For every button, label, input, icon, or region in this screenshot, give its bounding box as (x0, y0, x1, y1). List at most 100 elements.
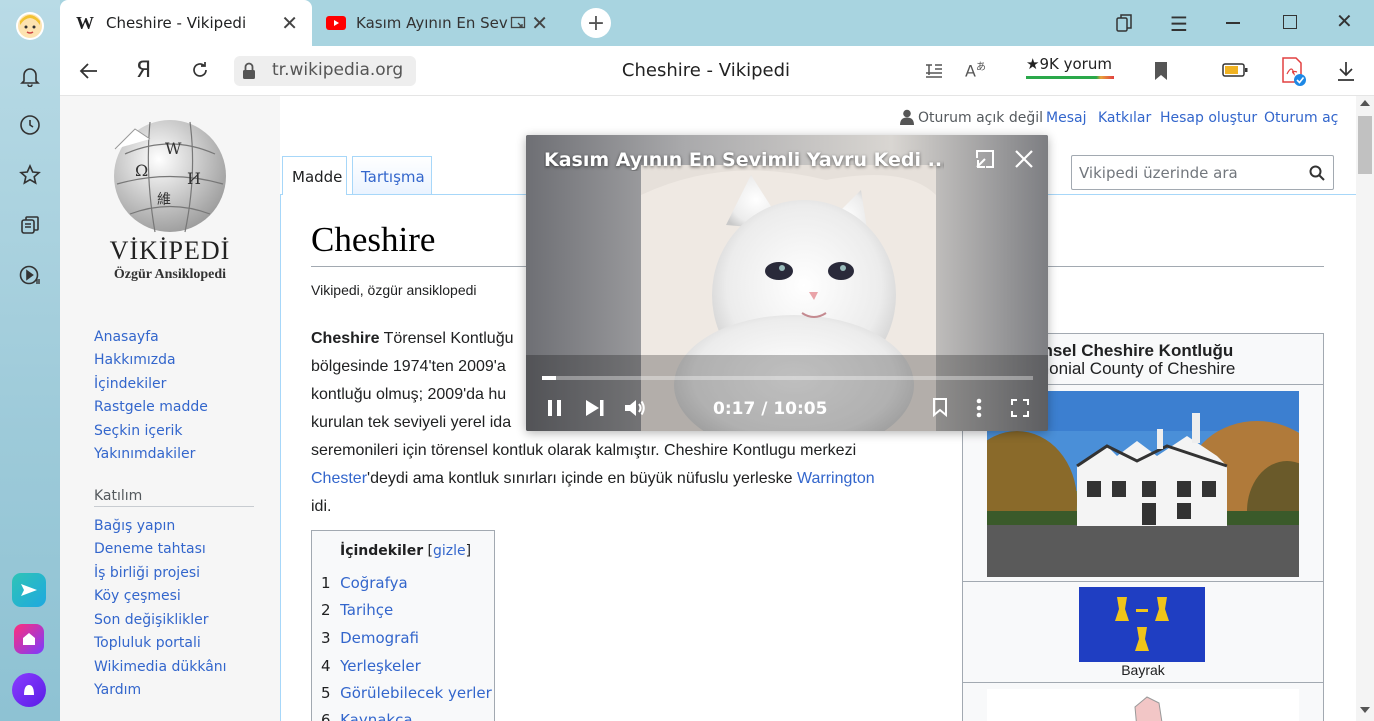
fullscreen-icon[interactable] (1010, 398, 1030, 418)
video-time: 0:17 / 10:05 (713, 399, 828, 419)
scroll-down-arrow[interactable] (1360, 707, 1370, 713)
bookmark-icon[interactable] (1153, 61, 1169, 85)
bookmarks-star-icon[interactable] (18, 163, 42, 187)
search-input[interactable]: Vikipedi üzerinde ara (1071, 155, 1334, 190)
page-scrollbar[interactable] (1356, 96, 1374, 721)
nav-village-pump[interactable]: Köy çeşmesi (94, 588, 181, 604)
nav-recent-changes[interactable]: Son değişiklikler (94, 612, 209, 628)
more-options-icon[interactable] (975, 397, 983, 419)
nav-about[interactable]: Hakkımızda (94, 352, 176, 368)
table-of-contents: İçindekiler [gizle] 1 Coğrafya 2 Tarihçe… (311, 530, 495, 721)
toc-item[interactable]: 5 Görülebilecek yerler (321, 684, 492, 702)
close-tab-icon[interactable]: ✕ (281, 11, 298, 35)
alice-assistant-icon[interactable] (12, 673, 46, 707)
side-rail (0, 0, 60, 721)
download-icon[interactable] (1336, 60, 1356, 86)
video-progress-track[interactable] (542, 376, 1033, 380)
pip-video-player[interactable]: Kasım Ayının En Sevimli Yavru Kedi ... 0… (526, 135, 1048, 431)
reload-icon[interactable] (190, 60, 210, 84)
infobox-map[interactable] (987, 689, 1299, 721)
toc-item[interactable]: 3 Demografi (321, 629, 419, 647)
nav-community-portal[interactable]: Topluluk portali (94, 635, 201, 651)
close-window-button[interactable]: ✕ (1336, 9, 1353, 33)
volume-icon[interactable] (623, 397, 647, 419)
tab-title: Cheshire - Vikipedi (106, 14, 247, 32)
logo-wordmark: VİKİPEDİ (109, 236, 231, 265)
article-tagline: Vikipedi, özgür ansiklopedi (311, 282, 477, 298)
close-tab-icon[interactable]: ✕ (531, 11, 548, 35)
messages-link[interactable]: Mesaj (1046, 110, 1086, 126)
logo-tagline: Özgür Ansiklopedi (113, 267, 227, 282)
contributions-link[interactable]: Katkılar (1098, 110, 1151, 126)
history-clock-icon[interactable] (18, 113, 42, 137)
create-account-link[interactable]: Hesap oluştur (1160, 110, 1257, 126)
article-text: Törensel Kontluğu (379, 330, 514, 347)
page-title: Cheshire - Vikipedi (621, 60, 791, 81)
tab-active[interactable]: W Cheshire - Vikipedi ✕ (60, 0, 312, 46)
nav-help[interactable]: Yardım (94, 682, 141, 698)
toc-toggle[interactable]: gizle (433, 543, 466, 559)
yandex-home-icon[interactable]: Я (136, 58, 151, 83)
minimize-window-button[interactable] (1226, 22, 1240, 24)
messenger-app-icon[interactable] (12, 573, 46, 607)
not-logged-in-text: Oturum açık değil (918, 110, 1043, 126)
return-to-tab-icon[interactable] (974, 148, 996, 170)
toc-item[interactable]: 6 Kaynakça (321, 711, 413, 721)
save-bookmark-icon[interactable] (932, 397, 948, 417)
pdf-icon[interactable] (1280, 56, 1308, 92)
picture-in-picture-icon[interactable] (510, 15, 526, 31)
wikipedia-globe-logo[interactable]: W Ω И 維 (105, 114, 235, 238)
scroll-up-arrow[interactable] (1360, 100, 1370, 106)
article-line: kurulan tek seviyeli yerel ida (311, 414, 512, 431)
nav-cooperation[interactable]: İş birliği projesi (94, 565, 200, 581)
article-subject: Cheshire (311, 330, 380, 347)
profile-avatar[interactable] (16, 12, 44, 40)
reviews-text: ★9K yorum (1026, 55, 1112, 73)
translate-icon[interactable]: Aあ (965, 58, 986, 80)
toc-item[interactable]: 2 Tarihçe (321, 601, 393, 619)
new-tab-button[interactable]: + (581, 8, 611, 38)
warrington-link[interactable]: Warrington (797, 470, 875, 487)
nav-donate[interactable]: Bağış yapın (94, 518, 175, 534)
nav-nearby[interactable]: Yakınımdakiler (94, 446, 195, 462)
nav-contents[interactable]: İçindekiler (94, 376, 166, 392)
tab-collections-icon[interactable] (1114, 12, 1136, 38)
flag-caption: Bayrak (1121, 662, 1165, 678)
tab-article[interactable]: Madde (282, 156, 347, 195)
back-arrow-icon[interactable] (78, 60, 100, 86)
infobox-title: ensel Cheshire Kontluğu (1033, 341, 1234, 360)
toc-item[interactable]: 1 Coğrafya (321, 574, 408, 592)
nav-random[interactable]: Rastgele madde (94, 399, 208, 415)
cheshire-flag[interactable] (1079, 587, 1205, 662)
tab-talk[interactable]: Tartışma (352, 156, 432, 194)
toc-item[interactable]: 4 Yerleşkeler (321, 657, 421, 675)
address-bar[interactable]: tr.wikipedia.org (234, 56, 416, 86)
collections-icon[interactable] (18, 213, 42, 237)
nav-shop[interactable]: Wikimedia dükkânı (94, 659, 227, 675)
article-line: kontluğu olmuş; 2009'da hu (311, 386, 507, 403)
menu-icon[interactable]: ☰ (1170, 12, 1188, 36)
search-icon[interactable] (1309, 165, 1325, 181)
video-frame (526, 135, 1048, 431)
article-line: seremonileri için törensel kontluk olara… (311, 442, 857, 459)
smart-home-app-icon[interactable] (14, 624, 44, 654)
content-border (280, 194, 281, 721)
nav-main-page[interactable]: Anasayfa (94, 329, 159, 345)
svg-text:Ω: Ω (135, 161, 148, 180)
reviews-widget[interactable]: ★9K yorum (1024, 52, 1116, 82)
reader-mode-icon[interactable] (924, 60, 944, 84)
participation-heading: Katılım (94, 488, 143, 504)
close-video-icon[interactable] (1014, 149, 1034, 169)
pause-icon[interactable] (546, 398, 564, 418)
nav-featured[interactable]: Seçkin içerik (94, 423, 182, 439)
media-player-icon[interactable] (18, 263, 42, 287)
chester-link[interactable]: Chester (311, 470, 367, 487)
notifications-bell-icon[interactable] (18, 64, 42, 88)
next-track-icon[interactable] (584, 398, 606, 418)
nav-sandbox[interactable]: Deneme tahtası (94, 541, 206, 557)
tab-video[interactable]: Kasım Ayının En Sevimli Yavru Kedi ✕ (312, 0, 558, 46)
battery-saver-icon[interactable] (1222, 62, 1248, 82)
maximize-window-button[interactable] (1283, 15, 1297, 29)
scroll-thumb[interactable] (1358, 116, 1372, 174)
login-link[interactable]: Oturum aç (1264, 110, 1338, 126)
